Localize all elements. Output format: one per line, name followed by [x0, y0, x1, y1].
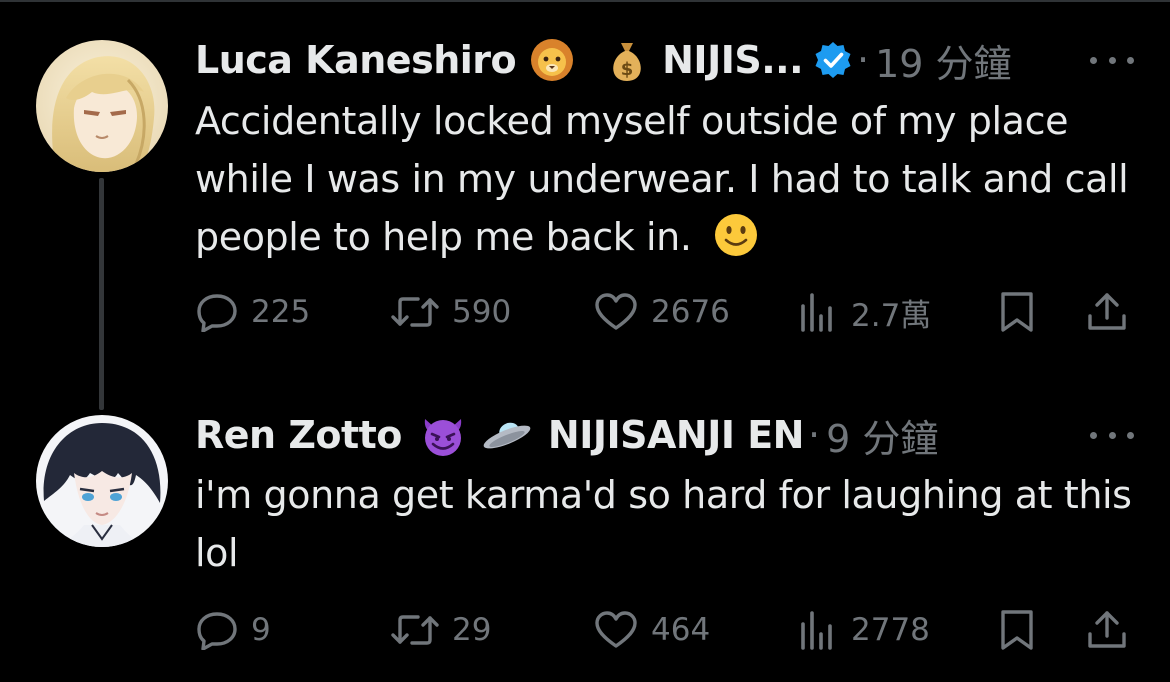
top-divider — [0, 0, 1170, 2]
tweet-body: Accidentally locked myself outside of my… — [195, 99, 1129, 259]
timestamp[interactable]: 9 分鐘 — [826, 408, 938, 463]
repost-count: 29 — [452, 612, 492, 648]
repost-icon — [390, 610, 440, 650]
timestamp[interactable]: 19 分鐘 — [875, 33, 1011, 88]
author-name[interactable]: Ren Zotto — [195, 413, 402, 457]
tweet-text: Accidentally locked myself outside of my… — [195, 92, 1145, 274]
tweet-header: Ren Zotto NIJISANJI EN · 9 分鐘 — [195, 408, 938, 463]
reply-icon — [195, 610, 239, 650]
heart-icon — [593, 292, 639, 332]
reply-button[interactable]: 225 — [195, 290, 310, 334]
tweet-text: i'm gonna get karma'd so hard for laughi… — [195, 466, 1145, 582]
views-button[interactable]: 2778 — [795, 608, 930, 652]
heart-icon — [593, 610, 639, 650]
more-options-icon[interactable] — [1090, 48, 1134, 72]
reply-count: 225 — [251, 294, 311, 330]
author-name[interactable]: Luca Kaneshiro — [195, 38, 517, 82]
tweet-actions: 9 29 464 2778 — [195, 608, 1135, 652]
views-button[interactable]: 2.7萬 — [795, 290, 931, 334]
like-button[interactable]: 2676 — [593, 290, 730, 334]
verified-badge-icon — [813, 40, 853, 80]
view-count: 2778 — [851, 612, 930, 648]
bookmark-button[interactable] — [999, 290, 1035, 334]
repost-icon — [390, 292, 440, 332]
money-bag-emoji: $ — [606, 37, 648, 83]
separator-dot: · — [808, 413, 821, 457]
share-button[interactable] — [1085, 290, 1129, 334]
avatar[interactable] — [36, 415, 168, 547]
like-count: 2676 — [651, 294, 730, 330]
avatar[interactable] — [36, 40, 168, 172]
like-count: 464 — [651, 612, 711, 648]
bar-chart-icon — [795, 610, 839, 650]
thread-connector-line — [99, 178, 104, 410]
share-icon — [1085, 291, 1129, 333]
bar-chart-icon — [795, 292, 839, 332]
tweet-body: i'm gonna get karma'd so hard for laughi… — [195, 473, 1132, 575]
bookmark-icon — [999, 609, 1035, 651]
separator-dot: · — [857, 38, 870, 82]
reply-count: 9 — [251, 612, 271, 648]
repost-count: 590 — [452, 294, 512, 330]
tweet-header: Luca Kaneshiro $ NIJIS... · 19 分鐘 — [195, 33, 1012, 88]
smiling-face-with-horns-emoji — [418, 413, 468, 457]
bookmark-button[interactable] — [999, 608, 1035, 652]
like-button[interactable]: 464 — [593, 608, 710, 652]
view-count: 2.7萬 — [851, 297, 932, 334]
slightly-smiling-face-emoji — [713, 212, 759, 274]
reply-button[interactable]: 9 — [195, 608, 271, 652]
bookmark-icon — [999, 291, 1035, 333]
lion-face-emoji — [528, 38, 576, 82]
affiliation-name[interactable]: NIJIS... — [662, 38, 803, 82]
share-button[interactable] — [1085, 608, 1129, 652]
more-options-icon[interactable] — [1090, 423, 1134, 447]
repost-button[interactable]: 29 — [390, 608, 491, 652]
share-icon — [1085, 609, 1129, 651]
tweet-actions: 225 590 2676 2.7萬 — [195, 290, 1135, 334]
repost-button[interactable]: 590 — [390, 290, 511, 334]
affiliation-name[interactable]: NIJISANJI EN — [548, 413, 805, 457]
reply-icon — [195, 292, 239, 332]
svg-text:$: $ — [621, 59, 634, 80]
flying-saucer-emoji — [480, 417, 534, 453]
